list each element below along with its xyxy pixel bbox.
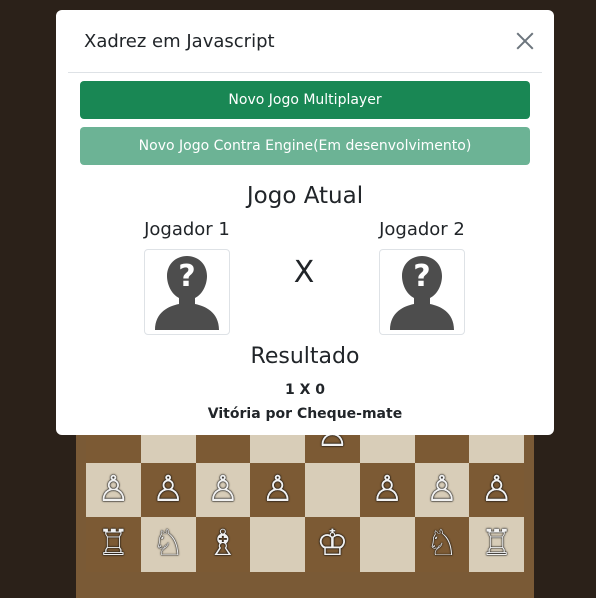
score: 1 X 0: [284, 382, 326, 398]
modal-title: Xadrez em Javascript: [84, 30, 275, 52]
close-icon[interactable]: [510, 26, 540, 56]
result-title: Resultado: [250, 344, 360, 369]
player-1-name: Jogador 1: [127, 219, 247, 240]
player-1-avatar: ?: [144, 249, 230, 335]
unknown-user-icon: ?: [390, 256, 454, 330]
svg-text:?: ?: [178, 259, 195, 294]
game-modal: Xadrez em Javascript Novo Jogo Multiplay…: [56, 10, 554, 435]
player-2-label: Jogador 2: [379, 219, 465, 240]
player-1-label: Jogador 1: [144, 219, 230, 240]
player-2-avatar: ?: [379, 249, 465, 335]
svg-text:?: ?: [413, 259, 430, 294]
player-2-name: Jogador 2: [362, 219, 482, 240]
new-engine-game-button[interactable]: Novo Jogo Contra Engine(Em desenvolvimen…: [80, 127, 530, 165]
versus-label: X: [293, 255, 315, 290]
result-reason: Vitória por Cheque-mate: [207, 406, 403, 422]
current-game-title: Jogo Atual: [246, 183, 364, 209]
new-multiplayer-game-button[interactable]: Novo Jogo Multiplayer: [80, 81, 530, 119]
unknown-user-icon: ?: [155, 256, 219, 330]
modal-header: Xadrez em Javascript: [68, 10, 542, 73]
